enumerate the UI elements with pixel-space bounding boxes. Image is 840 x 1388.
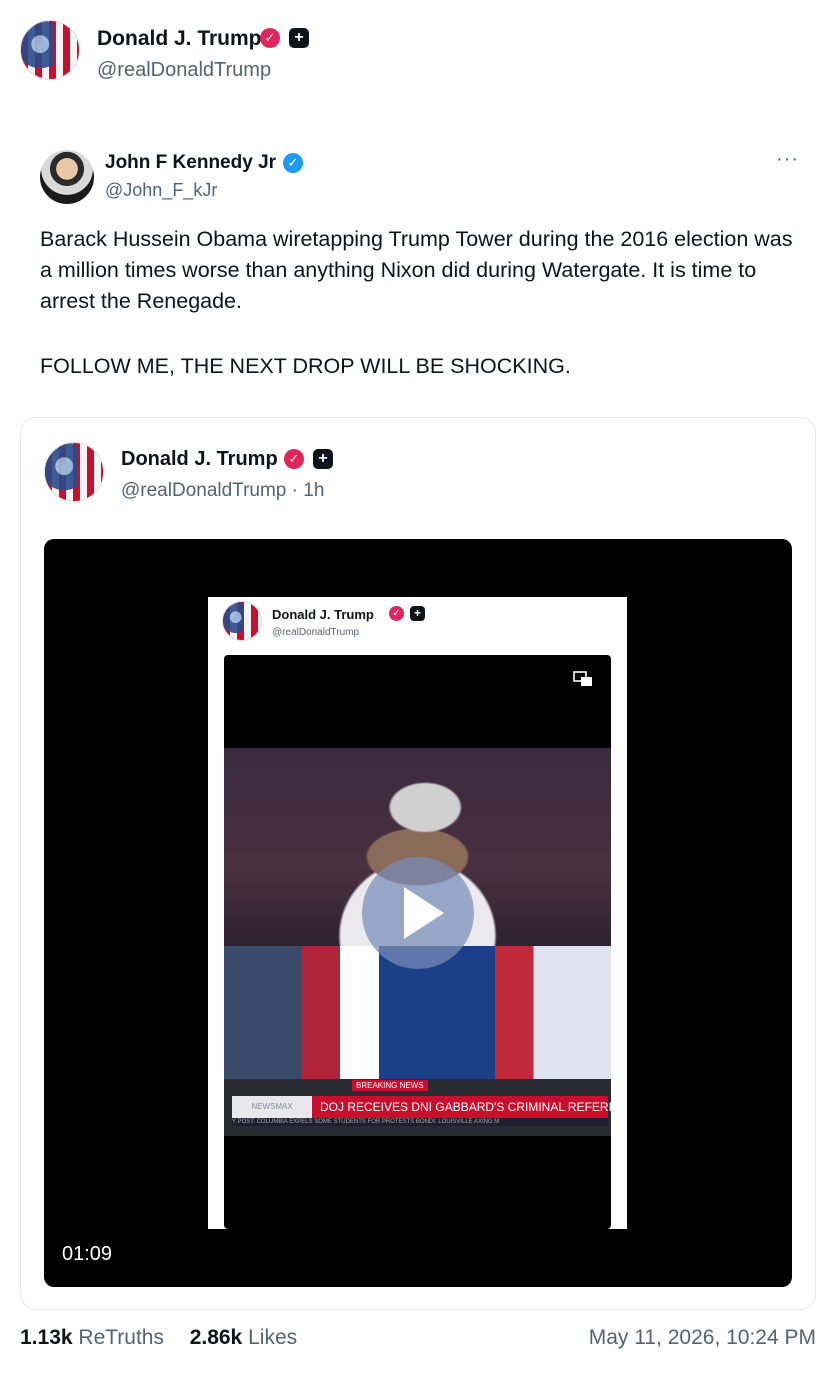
retruths-count[interactable]: 1.13k: [20, 1326, 73, 1349]
video-duration: 01:09: [62, 1243, 113, 1265]
quoted-author-avatar[interactable]: [44, 442, 104, 502]
inner-avatar: [222, 601, 262, 641]
author-name[interactable]: Donald J. Trump: [97, 27, 262, 51]
video-clip-newsroom: BREAKING NEWS NEWSMAX DOJ RECEIVES DNI G…: [224, 946, 611, 1136]
post-text-paragraph-1: Barack Hussein Obama wiretapping Trump T…: [40, 227, 793, 313]
inner-author-name: Donald J. Trump: [272, 607, 374, 622]
repost-author-handle[interactable]: @John_F_kJr: [105, 180, 217, 201]
author-handle[interactable]: @realDonaldTrump: [97, 59, 271, 82]
play-button[interactable]: [362, 857, 474, 969]
breaking-news-label: BREAKING NEWS: [352, 1080, 428, 1091]
quoted-author-name[interactable]: Donald J. Trump: [121, 448, 278, 471]
verified-badge-icon: ✓: [284, 449, 304, 469]
verified-badge-icon: ✓: [283, 153, 303, 173]
post-stats: 1.13k ReTruths 2.86k Likes: [20, 1326, 297, 1350]
likes-count[interactable]: 2.86k: [190, 1326, 243, 1349]
news-headline: DOJ RECEIVES DNI GABBARD'S CRIMINAL REFE…: [320, 1100, 611, 1114]
post-text-paragraph-2: FOLLOW ME, THE NEXT DROP WILL BE SHOCKIN…: [40, 354, 571, 378]
news-headline-bar: NEWSMAX DOJ RECEIVES DNI GABBARD'S CRIMI…: [232, 1096, 611, 1118]
quoted-author-handle[interactable]: @realDonaldTrump · 1h: [121, 480, 324, 502]
video-player[interactable]: Donald J. Trump ✓ + @realDonaldTrump BRE…: [44, 539, 792, 1287]
author-avatar[interactable]: [20, 20, 80, 80]
verified-badge-icon: ✓: [389, 606, 404, 621]
play-icon: [404, 887, 444, 939]
inner-author-handle: @realDonaldTrump: [272, 627, 360, 638]
likes-label[interactable]: Likes: [248, 1326, 297, 1349]
verified-badge-icon: ✓: [260, 28, 280, 48]
retruths-label[interactable]: ReTruths: [78, 1326, 164, 1349]
plus-badge-icon: +: [313, 449, 333, 469]
repost-author-name[interactable]: John F Kennedy Jr: [105, 152, 276, 174]
more-icon[interactable]: ···: [776, 148, 799, 171]
plus-badge-icon: +: [289, 28, 309, 48]
news-ticker: Y POST: COLUMBIA EXPELS SOME STUDENTS FO…: [232, 1118, 608, 1126]
repost-author-avatar[interactable]: [40, 150, 94, 204]
post-timestamp[interactable]: May 11, 2026, 10:24 PM: [589, 1326, 816, 1350]
fullscreen-icon: [573, 671, 592, 686]
plus-badge-icon: +: [410, 606, 425, 621]
network-logo: NEWSMAX: [232, 1096, 312, 1118]
